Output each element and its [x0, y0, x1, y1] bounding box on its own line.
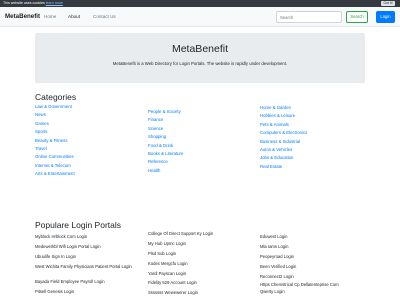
login-portal-link[interactable]: Been Verified Login: [260, 262, 390, 272]
category-link[interactable]: Real Estate: [260, 163, 307, 171]
category-link[interactable]: Business & Industrial: [260, 138, 307, 146]
nav-about-link[interactable]: About: [68, 14, 80, 19]
login-portal-link[interactable]: Qwerty Login: [260, 288, 390, 295]
hero-title: MetaBenefit: [171, 43, 229, 55]
category-link[interactable]: Hobbies & Leisure: [260, 112, 307, 120]
hero-subtitle: MetaBenefit is a Web Directory for Login…: [112, 61, 288, 66]
login-portal-link[interactable]: Mla Iams Login: [260, 242, 390, 252]
category-link[interactable]: Finance: [148, 116, 183, 124]
login-portal-link[interactable]: Medewerkbl Wifi Login Portal Login: [35, 242, 145, 252]
categories-column-1: Law & Government News Games Sports Beaut…: [35, 103, 75, 179]
category-link[interactable]: Books & Literature: [148, 150, 183, 158]
logins-column-3: Eduwest Login Mla Iams Login Peopeyroad …: [260, 232, 390, 295]
category-link[interactable]: People & Society: [148, 108, 183, 116]
category-link[interactable]: Internet & Telecom: [35, 162, 75, 170]
login-portal-link[interactable]: West Wichita Family Physicians Patient P…: [35, 262, 143, 278]
navbar: MetaBenefit Home About Contact Us Search…: [0, 7, 400, 27]
nav-home-link[interactable]: Home: [44, 14, 56, 19]
category-link[interactable]: Reference: [148, 158, 183, 166]
category-link[interactable]: Arts & Entertainment: [35, 170, 75, 178]
categories-heading: Categories: [35, 92, 77, 102]
categories-column-3: Home & Garden Hobbies & Leisure Pets & A…: [260, 104, 307, 171]
category-link[interactable]: News: [35, 111, 75, 119]
hero-banner: MetaBenefit MetaBenefit is a Web Directo…: [35, 33, 365, 83]
cookie-text: This website uses cookies learn more: [3, 1, 63, 5]
brand-logo[interactable]: MetaBenefit: [5, 13, 40, 20]
category-link[interactable]: Computers & Electronics: [260, 129, 307, 137]
category-link[interactable]: Home & Garden: [260, 104, 307, 112]
category-link[interactable]: Sports: [35, 128, 75, 136]
cookie-accept-button[interactable]: Got it!: [381, 1, 395, 6]
search-input[interactable]: [276, 11, 342, 23]
logins-column-1: Myblock Hrblock Com Login Medewerkbl Wif…: [35, 232, 145, 297]
category-link[interactable]: Shopping: [148, 133, 183, 141]
login-portal-link[interactable]: Ubuulife Sign In Login: [35, 252, 145, 262]
login-portal-link[interactable]: Pitsell Genesis Login: [35, 287, 145, 297]
nav-contact-link[interactable]: Contact Us: [93, 14, 116, 19]
login-portal-link[interactable]: My Hub Upmc Login: [148, 239, 258, 249]
login-button[interactable]: Login: [376, 11, 395, 23]
category-link[interactable]: Food & Drink: [148, 142, 183, 150]
category-link[interactable]: Beauty & Fitness: [35, 137, 75, 145]
login-portal-link[interactable]: Sssssss Wewewerer Login: [148, 288, 258, 298]
login-portal-link[interactable]: Fidelity 529 Account Login: [148, 278, 258, 288]
login-portal-link[interactable]: Https Chemstrical Cp Dellatenteprise Com: [260, 281, 390, 288]
login-portal-link[interactable]: Plsd Sub Login: [148, 249, 258, 259]
category-link[interactable]: Pets & Animals: [260, 121, 307, 129]
login-portal-link[interactable]: College Of Direct Support Ky Login: [148, 229, 258, 239]
login-portal-link[interactable]: Bayada Field Employee Payroll Login: [35, 277, 145, 287]
login-portal-link[interactable]: Yardi Payscan Login: [148, 269, 258, 279]
category-link[interactable]: Law & Government: [35, 103, 75, 111]
category-link[interactable]: Science: [148, 125, 183, 133]
login-portals-heading: Populare Login Portals: [35, 220, 122, 230]
login-portal-link[interactable]: Kodex Mergcfu Login: [148, 259, 258, 269]
category-link[interactable]: Games: [35, 120, 75, 128]
cookie-banner: This website uses cookies learn more Got…: [0, 0, 400, 7]
login-portal-link[interactable]: Eduwest Login: [260, 232, 390, 242]
logins-column-2: College Of Direct Support Ky Login My Hu…: [148, 229, 258, 298]
category-link[interactable]: Online Communities: [35, 153, 75, 161]
cookie-learn-more-link[interactable]: learn more: [46, 1, 63, 5]
category-link[interactable]: Autos & Vehicles: [260, 146, 307, 154]
categories-column-2: People & Society Finance Science Shoppin…: [148, 108, 183, 175]
category-link[interactable]: Health: [148, 167, 183, 175]
category-link[interactable]: Jobs & Education: [260, 154, 307, 162]
login-portal-link[interactable]: Peopeyroad Login: [260, 252, 390, 262]
search-button[interactable]: Search: [346, 11, 368, 23]
category-link[interactable]: Travel: [35, 145, 75, 153]
login-portal-link[interactable]: Reconnect2 Login: [260, 272, 390, 282]
login-portal-link[interactable]: Myblock Hrblock Com Login: [35, 232, 145, 242]
